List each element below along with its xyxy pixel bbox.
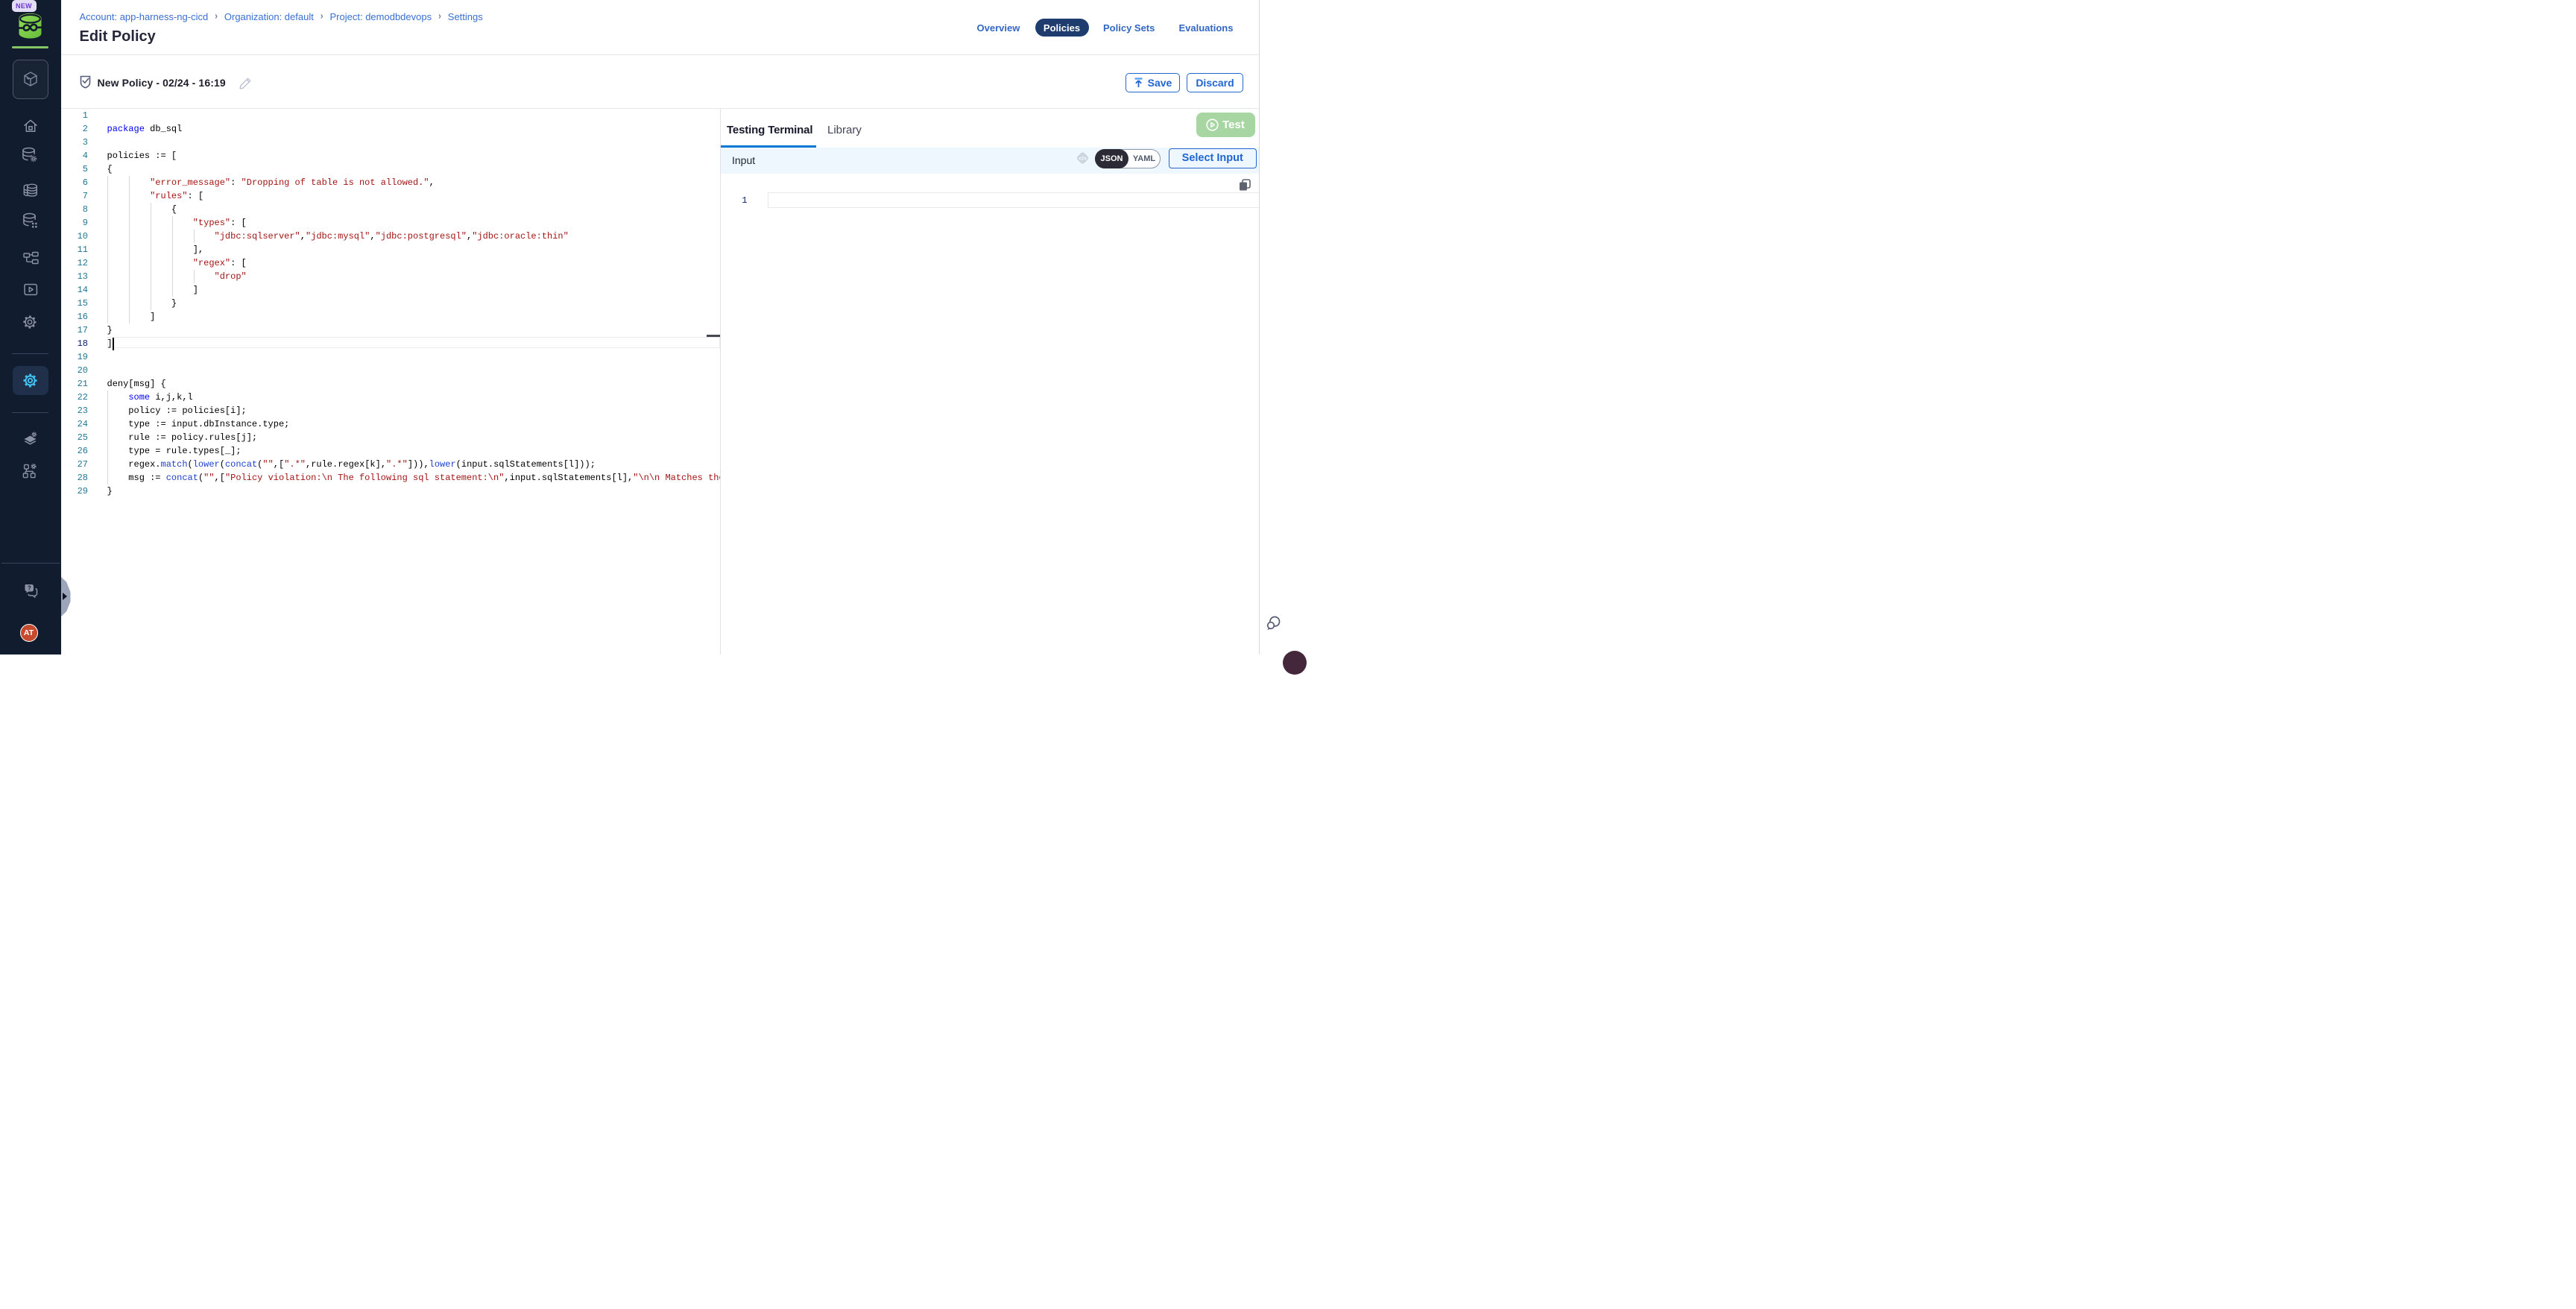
svg-text:</>: </> <box>1079 155 1087 162</box>
svg-text:?: ? <box>28 585 31 592</box>
